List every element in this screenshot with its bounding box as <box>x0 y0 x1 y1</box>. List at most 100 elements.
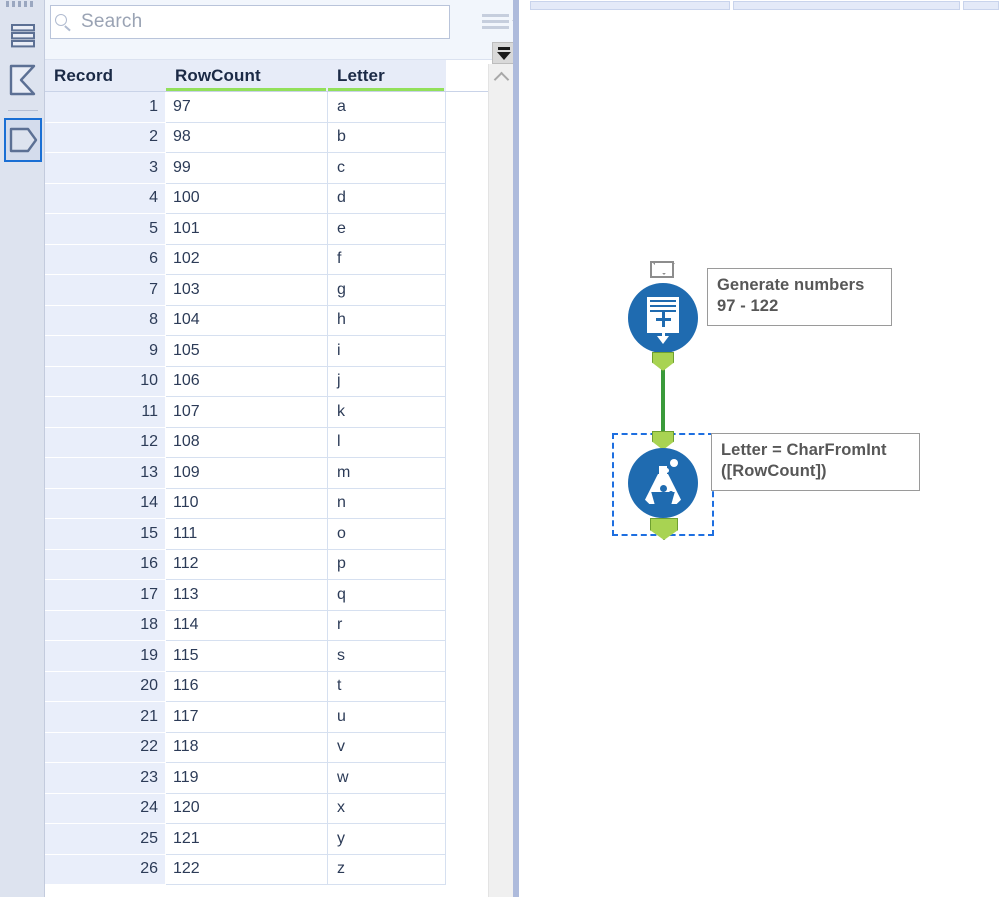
output-anchor[interactable] <box>650 518 678 540</box>
cell-record[interactable]: 20 <box>45 671 166 702</box>
scroll-to-bottom-button[interactable] <box>492 42 514 64</box>
table-row[interactable]: 3 99 c <box>45 153 513 184</box>
table-row[interactable]: 23 119 w <box>45 763 513 794</box>
table-row[interactable]: 11 107 k <box>45 397 513 428</box>
cell-record[interactable]: 12 <box>45 427 166 458</box>
cell-rowcount[interactable]: 114 <box>166 610 328 641</box>
table-row[interactable]: 26 122 z <box>45 854 513 885</box>
generate-rows-comment[interactable]: Generate numbers 97 - 122 <box>707 268 892 327</box>
cell-rowcount[interactable]: 99 <box>166 153 328 184</box>
table-row[interactable]: 20 116 t <box>45 671 513 702</box>
cell-letter[interactable]: k <box>328 397 446 428</box>
cell-rowcount[interactable]: 111 <box>166 519 328 550</box>
cell-rowcount[interactable]: 115 <box>166 641 328 672</box>
column-header-record[interactable]: Record <box>45 60 166 92</box>
cell-rowcount[interactable]: 120 <box>166 793 328 824</box>
table-row[interactable]: 8 104 h <box>45 305 513 336</box>
table-row[interactable]: 10 106 j <box>45 366 513 397</box>
sidebar-item-summary[interactable] <box>4 58 42 102</box>
cell-record[interactable]: 8 <box>45 305 166 336</box>
results-vertical-scrollbar[interactable] <box>488 64 513 897</box>
cell-letter[interactable]: y <box>328 824 446 855</box>
cell-record[interactable]: 1 <box>45 92 166 123</box>
cell-letter[interactable]: a <box>328 92 446 123</box>
cell-letter[interactable]: e <box>328 214 446 245</box>
cell-letter[interactable]: s <box>328 641 446 672</box>
cell-rowcount[interactable]: 119 <box>166 763 328 794</box>
cell-rowcount[interactable]: 97 <box>166 92 328 123</box>
cell-record[interactable]: 21 <box>45 702 166 733</box>
cell-letter[interactable]: d <box>328 183 446 214</box>
cell-letter[interactable]: v <box>328 732 446 763</box>
table-row[interactable]: 15 111 o <box>45 519 513 550</box>
cell-record[interactable]: 22 <box>45 732 166 763</box>
cell-record[interactable]: 2 <box>45 122 166 153</box>
cell-rowcount[interactable]: 104 <box>166 305 328 336</box>
cell-record[interactable]: 3 <box>45 153 166 184</box>
cell-letter[interactable]: n <box>328 488 446 519</box>
cell-rowcount[interactable]: 112 <box>166 549 328 580</box>
cell-rowcount[interactable]: 98 <box>166 122 328 153</box>
table-row[interactable]: 2 98 b <box>45 122 513 153</box>
column-header-letter[interactable]: Letter <box>328 60 446 92</box>
cell-rowcount[interactable]: 102 <box>166 244 328 275</box>
workflow-canvas[interactable]: Generate numbers 97 - 122 Letter = CharF… <box>519 0 999 897</box>
cell-letter[interactable]: l <box>328 427 446 458</box>
cell-rowcount[interactable]: 116 <box>166 671 328 702</box>
output-anchor[interactable] <box>652 352 674 371</box>
cell-record[interactable]: 10 <box>45 366 166 397</box>
table-row[interactable]: 17 113 q <box>45 580 513 611</box>
table-row[interactable]: 19 115 s <box>45 641 513 672</box>
cell-rowcount[interactable]: 121 <box>166 824 328 855</box>
cell-record[interactable]: 16 <box>45 549 166 580</box>
table-row[interactable]: 9 105 i <box>45 336 513 367</box>
sidebar-item-metadata[interactable] <box>4 118 42 162</box>
cell-letter[interactable]: x <box>328 793 446 824</box>
cell-rowcount[interactable]: 100 <box>166 183 328 214</box>
cell-record[interactable]: 14 <box>45 488 166 519</box>
cell-rowcount[interactable]: 117 <box>166 702 328 733</box>
cell-rowcount[interactable]: 106 <box>166 366 328 397</box>
cell-letter[interactable]: h <box>328 305 446 336</box>
rail-drag-handle[interactable] <box>6 0 38 8</box>
cell-record[interactable]: 24 <box>45 793 166 824</box>
cell-letter[interactable]: q <box>328 580 446 611</box>
cell-record[interactable]: 17 <box>45 580 166 611</box>
cell-record[interactable]: 25 <box>45 824 166 855</box>
cell-letter[interactable]: p <box>328 549 446 580</box>
cell-rowcount[interactable]: 101 <box>166 214 328 245</box>
cell-record[interactable]: 7 <box>45 275 166 306</box>
cell-letter[interactable]: r <box>328 610 446 641</box>
scroll-up-button[interactable] <box>489 64 514 90</box>
generate-rows-tool[interactable] <box>628 261 698 371</box>
cell-letter[interactable]: f <box>328 244 446 275</box>
cell-record[interactable]: 19 <box>45 641 166 672</box>
table-row[interactable]: 4 100 d <box>45 183 513 214</box>
table-row[interactable]: 7 103 g <box>45 275 513 306</box>
cell-record[interactable]: 23 <box>45 763 166 794</box>
cell-letter[interactable]: c <box>328 153 446 184</box>
table-row[interactable]: 1 97 a <box>45 92 513 123</box>
cell-rowcount[interactable]: 109 <box>166 458 328 489</box>
cell-letter[interactable]: j <box>328 366 446 397</box>
cell-letter[interactable]: m <box>328 458 446 489</box>
cell-record[interactable]: 13 <box>45 458 166 489</box>
sidebar-item-data-grid[interactable] <box>4 14 42 58</box>
table-row[interactable]: 13 109 m <box>45 458 513 489</box>
cell-rowcount[interactable]: 113 <box>166 580 328 611</box>
cell-record[interactable]: 26 <box>45 854 166 885</box>
cell-record[interactable]: 9 <box>45 336 166 367</box>
table-row[interactable]: 22 118 v <box>45 732 513 763</box>
cell-letter[interactable]: g <box>328 275 446 306</box>
table-row[interactable]: 18 114 r <box>45 610 513 641</box>
search-input[interactable]: Search <box>50 5 450 39</box>
cell-record[interactable]: 11 <box>45 397 166 428</box>
cell-rowcount[interactable]: 118 <box>166 732 328 763</box>
cell-letter[interactable]: z <box>328 854 446 885</box>
cell-rowcount[interactable]: 103 <box>166 275 328 306</box>
cell-letter[interactable]: i <box>328 336 446 367</box>
cell-record[interactable]: 15 <box>45 519 166 550</box>
cell-record[interactable]: 4 <box>45 183 166 214</box>
cell-letter[interactable]: b <box>328 122 446 153</box>
cell-letter[interactable]: w <box>328 763 446 794</box>
